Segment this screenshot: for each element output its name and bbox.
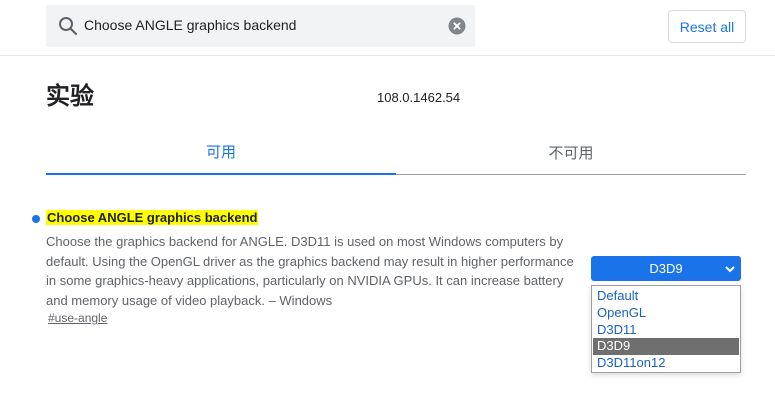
- option-default[interactable]: Default: [593, 288, 739, 305]
- search-box[interactable]: Choose ANGLE graphics backend: [46, 5, 475, 47]
- search-input[interactable]: Choose ANGLE graphics backend: [84, 17, 296, 33]
- status-dot: [32, 215, 40, 223]
- select-value: D3D9: [649, 261, 683, 276]
- tab-unavailable[interactable]: 不可用: [396, 130, 746, 174]
- page-title: 实验: [46, 82, 94, 110]
- chevron-down-icon: [725, 266, 735, 273]
- option-d3d9[interactable]: D3D9: [593, 338, 739, 356]
- backend-dropdown-list: Default OpenGL D3D11 D3D9 D3D11on12: [591, 285, 741, 373]
- backend-select[interactable]: D3D9: [591, 256, 741, 281]
- search-icon: [59, 17, 78, 36]
- tab-available[interactable]: 可用: [46, 130, 396, 175]
- option-d3d11on12[interactable]: D3D11on12: [593, 355, 739, 372]
- clear-icon[interactable]: [448, 17, 466, 35]
- option-d3d11[interactable]: D3D11: [593, 322, 739, 339]
- top-bar: Choose ANGLE graphics backend Reset all: [0, 0, 775, 56]
- version-label: 108.0.1462.54: [377, 90, 461, 105]
- tab-bar: 可用 不可用: [46, 130, 746, 175]
- reset-all-button[interactable]: Reset all: [668, 10, 746, 43]
- experiment-name: Choose ANGLE graphics backend: [46, 210, 259, 225]
- experiment-description: Choose the graphics backend for ANGLE. D…: [46, 234, 574, 308]
- experiment-tag-link[interactable]: #use-angle: [46, 311, 107, 325]
- option-opengl[interactable]: OpenGL: [593, 305, 739, 322]
